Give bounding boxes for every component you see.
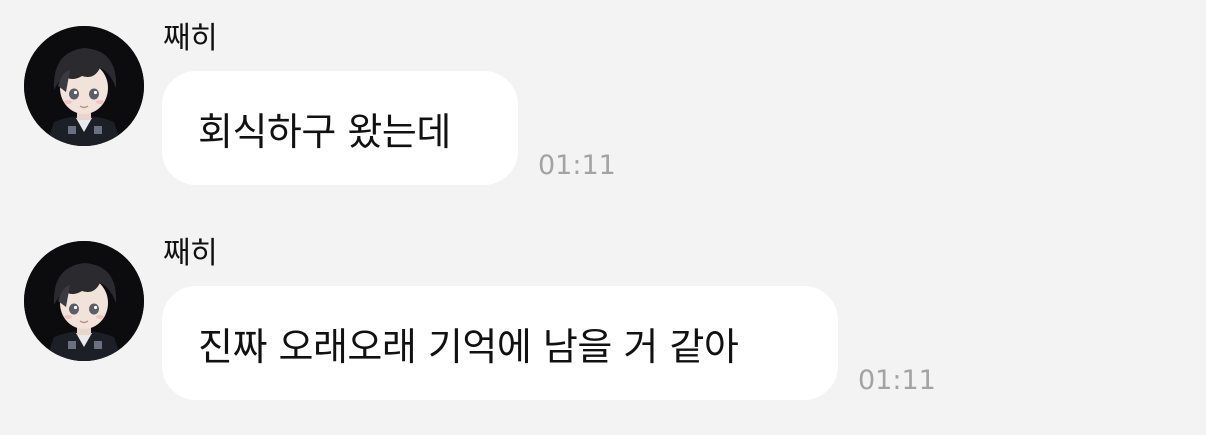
message-bubble[interactable]: 진짜 오래오래 기억에 남을 거 같아: [162, 286, 838, 400]
chat-message: 째히 진짜 오래오래 기억에 남을 거 같아 01:11: [0, 237, 1206, 427]
message-text: 진짜 오래오래 기억에 남을 거 같아: [198, 324, 739, 369]
avatar[interactable]: [24, 26, 144, 146]
profile-illustration-icon: [24, 241, 144, 361]
message-text: 회식하구 왔는데: [198, 109, 451, 154]
chat-message: 째히 회식하구 왔는데 01:11: [0, 22, 1206, 212]
avatar[interactable]: [24, 241, 144, 361]
message-bubble[interactable]: 회식하구 왔는데: [162, 71, 518, 185]
message-timestamp: 01:11: [538, 150, 616, 181]
profile-illustration-icon: [24, 26, 144, 146]
sender-name: 째히: [163, 236, 218, 271]
sender-name: 째히: [163, 21, 218, 56]
message-timestamp: 01:11: [858, 365, 936, 396]
